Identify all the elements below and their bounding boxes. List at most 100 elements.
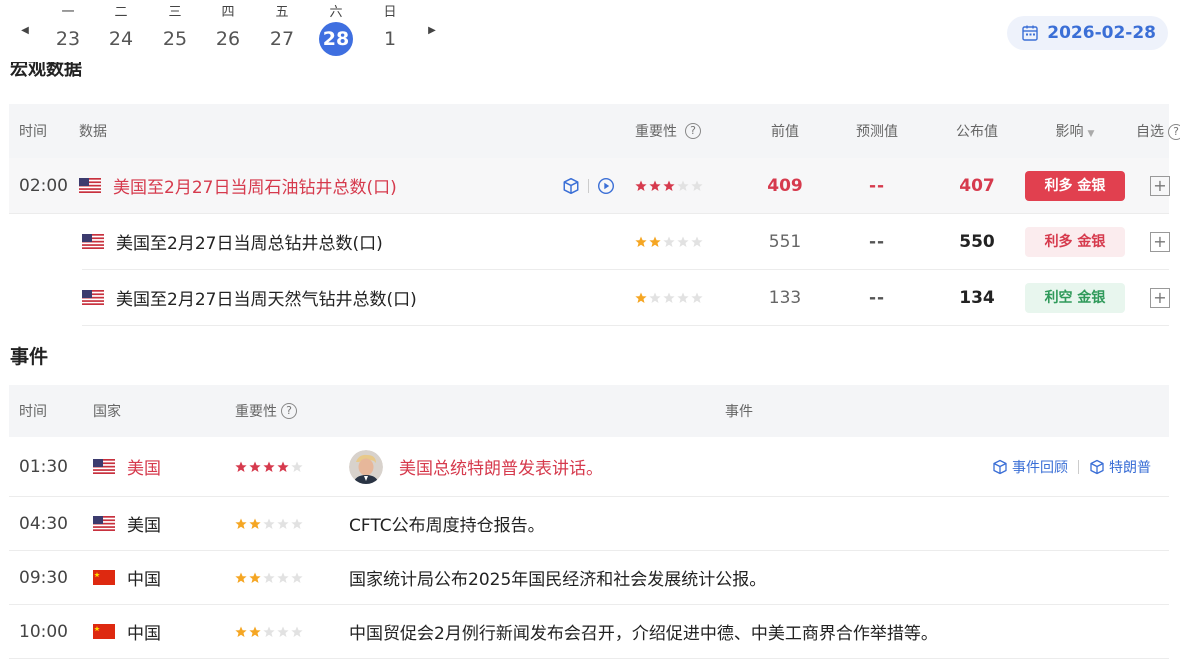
day-number: 23 xyxy=(55,28,81,50)
us-flag-icon xyxy=(93,516,115,531)
table-row[interactable]: 01:30 美国 美国总统特朗普发表讲话。 事件回顾 特朗普 xyxy=(9,437,1169,497)
data-section-title: 宏观数据 xyxy=(10,62,82,80)
star-filled-icon xyxy=(235,518,247,530)
us-flag-icon xyxy=(82,290,104,305)
star-rating xyxy=(235,461,303,473)
day-mon[interactable]: 一 23 xyxy=(48,4,88,56)
header-published: 公布值 xyxy=(956,124,998,140)
person-topic-link[interactable]: 特朗普 xyxy=(1089,457,1151,477)
date-strip: ◀ 一 23 二 24 三 25 四 26 五 27 六 28 日 1 ▶ 20… xyxy=(0,0,1180,62)
event-review-label: 事件回顾 xyxy=(1012,459,1068,476)
header-importance-label: 重要性 xyxy=(235,404,277,420)
header-effect-label: 影响 xyxy=(1055,124,1084,140)
star-filled-icon xyxy=(277,461,289,473)
star-empty-icon xyxy=(277,518,289,530)
calendar-icon xyxy=(1022,25,1038,41)
date-picker-button[interactable]: 2026-02-28 xyxy=(1007,16,1168,50)
star-rating xyxy=(635,236,703,248)
day-number: 24 xyxy=(108,28,134,50)
row-country: 中国 xyxy=(93,619,235,644)
row-published: 407 xyxy=(959,175,995,196)
table-row[interactable]: 美国至2月27日当周天然气钻井总数(口) 133 -- 134 利空 金银 + xyxy=(82,270,1170,326)
header-favorite-label: 自选 xyxy=(1136,124,1164,140)
row-country: 美国 xyxy=(93,454,235,479)
star-filled-icon xyxy=(235,572,247,584)
us-flag-icon xyxy=(93,459,115,474)
table-row[interactable]: 04:30 美国 CFTC公布周度持仓报告。 xyxy=(9,497,1169,551)
header-importance-label: 重要性 xyxy=(635,124,677,140)
day-fri[interactable]: 五 27 xyxy=(262,4,302,56)
event-text[interactable]: CFTC公布周度持仓报告。 xyxy=(349,511,545,536)
star-empty-icon xyxy=(291,518,303,530)
indicator-name[interactable]: 美国至2月27日当周总钻井总数(口) xyxy=(116,229,383,254)
add-favorite-button[interactable]: + xyxy=(1150,287,1170,308)
add-favorite-button[interactable]: + xyxy=(1150,175,1170,196)
header-time: 时间 xyxy=(19,404,47,420)
event-text[interactable]: 国家统计局公布2025年国民经济和社会发展统计公报。 xyxy=(349,565,766,590)
table-row[interactable]: 10:00 中国 中国贸促会2月例行新闻发布会召开，介绍促进中德、中美工商界合作… xyxy=(9,605,1169,659)
help-icon[interactable]: ? xyxy=(281,403,297,419)
row-event: 美国总统特朗普发表讲话。 xyxy=(349,449,969,484)
prev-week-arrow-icon[interactable]: ◀ xyxy=(18,24,32,38)
row-favorite: + xyxy=(1125,231,1180,252)
divider xyxy=(1078,459,1079,474)
table-row[interactable]: 美国至2月27日当周总钻井总数(口) 551 -- 550 利多 金银 + xyxy=(82,214,1170,270)
play-icon[interactable] xyxy=(597,177,615,195)
add-favorite-button[interactable]: + xyxy=(1150,231,1170,252)
day-thu[interactable]: 四 26 xyxy=(208,4,248,56)
next-week-arrow-icon[interactable]: ▶ xyxy=(425,24,439,38)
star-filled-icon xyxy=(249,626,261,638)
help-icon[interactable]: ? xyxy=(1168,124,1180,140)
table-row[interactable]: 09:30 中国 国家统计局公布2025年国民经济和社会发展统计公报。 xyxy=(9,551,1169,605)
day-sun[interactable]: 日 1 xyxy=(370,4,410,56)
row-time: 02:00 xyxy=(19,175,68,196)
event-text[interactable]: 中国贸促会2月例行新闻发布会召开，介绍促进中德、中美工商界合作举措等。 xyxy=(349,619,938,644)
star-filled-icon xyxy=(249,572,261,584)
day-tue[interactable]: 二 24 xyxy=(101,4,141,56)
star-empty-icon xyxy=(291,461,303,473)
event-review-link[interactable]: 事件回顾 xyxy=(992,457,1068,477)
row-time: 09:30 xyxy=(19,567,68,588)
person-avatar xyxy=(349,449,383,484)
country-name: 中国 xyxy=(127,570,161,590)
row-published: 134 xyxy=(959,287,995,308)
help-icon[interactable]: ? xyxy=(685,123,701,139)
row-name-cell: 美国至2月27日当周总钻井总数(口) xyxy=(82,229,545,254)
row-forecast: -- xyxy=(868,287,886,308)
country-name: 美国 xyxy=(127,459,161,479)
star-empty-icon xyxy=(649,292,661,304)
indicator-name[interactable]: 美国至2月27日当周石油钻井总数(口) xyxy=(113,173,397,198)
divider xyxy=(588,178,589,193)
row-event: 中国贸促会2月例行新闻发布会召开，介绍促进中德、中美工商界合作举措等。 xyxy=(349,619,1169,644)
cube-icon[interactable] xyxy=(562,177,580,195)
header-forecast: 预测值 xyxy=(856,124,898,140)
star-rating xyxy=(635,292,703,304)
table-row[interactable]: 02:00 美国至2月27日当周石油钻井总数(口) 409 -- 407 利多 … xyxy=(9,158,1170,214)
star-empty-icon xyxy=(291,626,303,638)
event-text[interactable]: 美国总统特朗普发表讲话。 xyxy=(399,454,603,479)
star-filled-icon xyxy=(649,236,661,248)
row-event: CFTC公布周度持仓报告。 xyxy=(349,511,969,536)
star-filled-icon xyxy=(649,180,661,192)
header-effect[interactable]: 影响 ▼ xyxy=(1025,121,1125,141)
header-favorite: 自选? xyxy=(1125,121,1180,141)
indicator-name[interactable]: 美国至2月27日当周天然气钻井总数(口) xyxy=(116,285,417,310)
us-flag-icon xyxy=(79,178,101,193)
day-wed[interactable]: 三 25 xyxy=(155,4,195,56)
row-importance xyxy=(635,180,745,192)
day-sat-selected[interactable]: 六 28 xyxy=(316,4,356,56)
table-header: 时间 国家 重要性? 事件 xyxy=(9,385,1169,437)
row-effect: 利多 金银 xyxy=(1025,170,1125,201)
row-time: 10:00 xyxy=(19,621,68,642)
header-event: 事件 xyxy=(725,404,753,420)
row-time: 01:30 xyxy=(19,456,68,477)
star-filled-icon xyxy=(235,626,247,638)
star-empty-icon xyxy=(291,572,303,584)
header-importance: 重要性? xyxy=(635,121,745,141)
star-filled-icon xyxy=(249,518,261,530)
star-rating xyxy=(235,626,303,638)
row-country: 中国 xyxy=(93,565,235,590)
header-country: 国家 xyxy=(93,404,121,420)
row-importance xyxy=(235,572,349,584)
day-number: 25 xyxy=(162,28,188,50)
